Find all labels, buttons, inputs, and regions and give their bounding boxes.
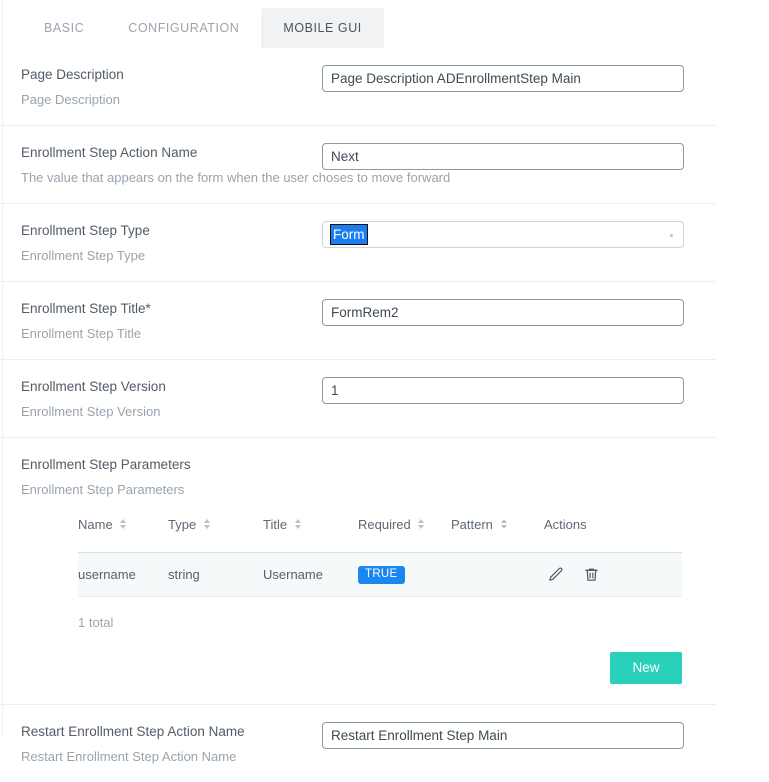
sort-icon[interactable] xyxy=(501,518,508,530)
restart-action-name-input[interactable] xyxy=(322,722,684,749)
column-header-title[interactable]: Title xyxy=(263,517,358,553)
cell-actions xyxy=(544,553,682,597)
field-control xyxy=(322,722,716,749)
params-header: Enrollment Step Parameters Enrollment St… xyxy=(0,455,716,499)
table-header-row: Name Type Title Required xyxy=(78,517,682,553)
field-description: Restart Enrollment Step Action Name xyxy=(21,747,322,766)
field-row-step-title: Enrollment Step Title* Enrollment Step T… xyxy=(0,282,716,360)
parameters-table-body: username string Username TRUE xyxy=(78,553,682,597)
field-title: Page Description xyxy=(21,65,322,85)
field-title: Enrollment Step Type xyxy=(21,221,322,241)
field-description: Enrollment Step Title xyxy=(21,324,322,343)
field-labels: Enrollment Step Type Enrollment Step Typ… xyxy=(0,221,322,265)
params-description: Enrollment Step Parameters xyxy=(21,480,716,499)
status-badge: TRUE xyxy=(358,566,405,584)
step-version-input[interactable] xyxy=(322,377,684,404)
column-header-name-label: Name xyxy=(78,517,113,532)
field-description: Page Description xyxy=(21,90,322,109)
page-description-input[interactable] xyxy=(322,65,684,92)
cell-required: TRUE xyxy=(358,553,451,597)
field-description: The value that appears on the form when … xyxy=(21,168,322,187)
field-description: Enrollment Step Version xyxy=(21,402,322,421)
field-labels: Restart Enrollment Step Action Name Rest… xyxy=(0,722,322,766)
tab-basic[interactable]: BASIC xyxy=(22,8,106,48)
table-total-count: 1 total xyxy=(0,597,716,630)
cell-title: Username xyxy=(263,553,358,597)
cell-pattern xyxy=(451,553,544,597)
step-title-input[interactable] xyxy=(322,299,684,326)
column-header-required[interactable]: Required xyxy=(358,517,451,553)
step-type-select[interactable]: Form xyxy=(322,221,684,248)
column-header-type[interactable]: Type xyxy=(168,517,263,553)
field-control xyxy=(322,65,716,92)
enrollment-step-parameters-section: Enrollment Step Parameters Enrollment St… xyxy=(0,438,716,705)
sort-icon[interactable] xyxy=(295,518,302,530)
new-parameter-button[interactable]: New xyxy=(610,652,682,684)
step-action-name-input[interactable] xyxy=(322,143,684,170)
step-type-selected-value: Form xyxy=(330,224,368,245)
field-labels: Page Description Page Description xyxy=(0,65,322,109)
column-header-actions: Actions xyxy=(544,517,682,553)
sort-icon[interactable] xyxy=(204,518,211,530)
cell-type: string xyxy=(168,553,263,597)
tab-mobile-gui[interactable]: MOBILE GUI xyxy=(261,8,383,48)
tab-bar: BASIC CONFIGURATION MOBILE GUI xyxy=(0,0,769,48)
field-row-restart-action-name: Restart Enrollment Step Action Name Rest… xyxy=(0,705,716,782)
params-title: Enrollment Step Parameters xyxy=(21,455,716,475)
column-header-required-label: Required xyxy=(358,517,411,532)
column-header-actions-label: Actions xyxy=(544,517,587,532)
tab-configuration-label: CONFIGURATION xyxy=(128,21,239,35)
field-control xyxy=(322,143,716,170)
tab-basic-label: BASIC xyxy=(44,21,84,35)
parameters-table: Name Type Title Required xyxy=(78,517,682,597)
chevron-down-icon xyxy=(670,234,673,237)
column-header-type-label: Type xyxy=(168,517,196,532)
field-labels: Enrollment Step Version Enrollment Step … xyxy=(0,377,322,421)
field-title: Restart Enrollment Step Action Name xyxy=(21,722,322,742)
field-title: Enrollment Step Version xyxy=(21,377,322,397)
field-labels: Enrollment Step Title* Enrollment Step T… xyxy=(0,299,322,343)
tab-mobile-gui-label: MOBILE GUI xyxy=(283,21,361,35)
tab-configuration[interactable]: CONFIGURATION xyxy=(106,8,261,48)
field-control xyxy=(322,377,716,404)
cell-name: username xyxy=(78,553,168,597)
field-row-step-action-name: Enrollment Step Action Name The value th… xyxy=(0,126,716,204)
field-control: Form xyxy=(322,221,716,248)
field-row-step-version: Enrollment Step Version Enrollment Step … xyxy=(0,360,716,438)
params-footer: New xyxy=(0,630,716,704)
field-title: Enrollment Step Title* xyxy=(21,299,322,319)
field-control xyxy=(322,299,716,326)
field-description: Enrollment Step Type xyxy=(21,246,322,265)
pencil-icon[interactable] xyxy=(546,566,564,584)
row-actions xyxy=(544,566,682,584)
column-header-pattern-label: Pattern xyxy=(451,517,493,532)
column-header-title-label: Title xyxy=(263,517,287,532)
field-row-step-type: Enrollment Step Type Enrollment Step Typ… xyxy=(0,204,716,282)
field-labels: Enrollment Step Action Name The value th… xyxy=(0,143,322,187)
parameters-table-head: Name Type Title Required xyxy=(78,517,682,553)
sort-icon[interactable] xyxy=(120,518,127,530)
parameters-table-wrap: Name Type Title Required xyxy=(0,499,716,597)
table-row: username string Username TRUE xyxy=(78,553,682,597)
trash-icon[interactable] xyxy=(582,566,600,584)
field-title: Enrollment Step Action Name xyxy=(21,143,322,163)
column-header-name[interactable]: Name xyxy=(78,517,168,553)
sort-icon[interactable] xyxy=(418,518,425,530)
field-row-page-description: Page Description Page Description xyxy=(0,48,716,126)
column-header-pattern[interactable]: Pattern xyxy=(451,517,544,553)
